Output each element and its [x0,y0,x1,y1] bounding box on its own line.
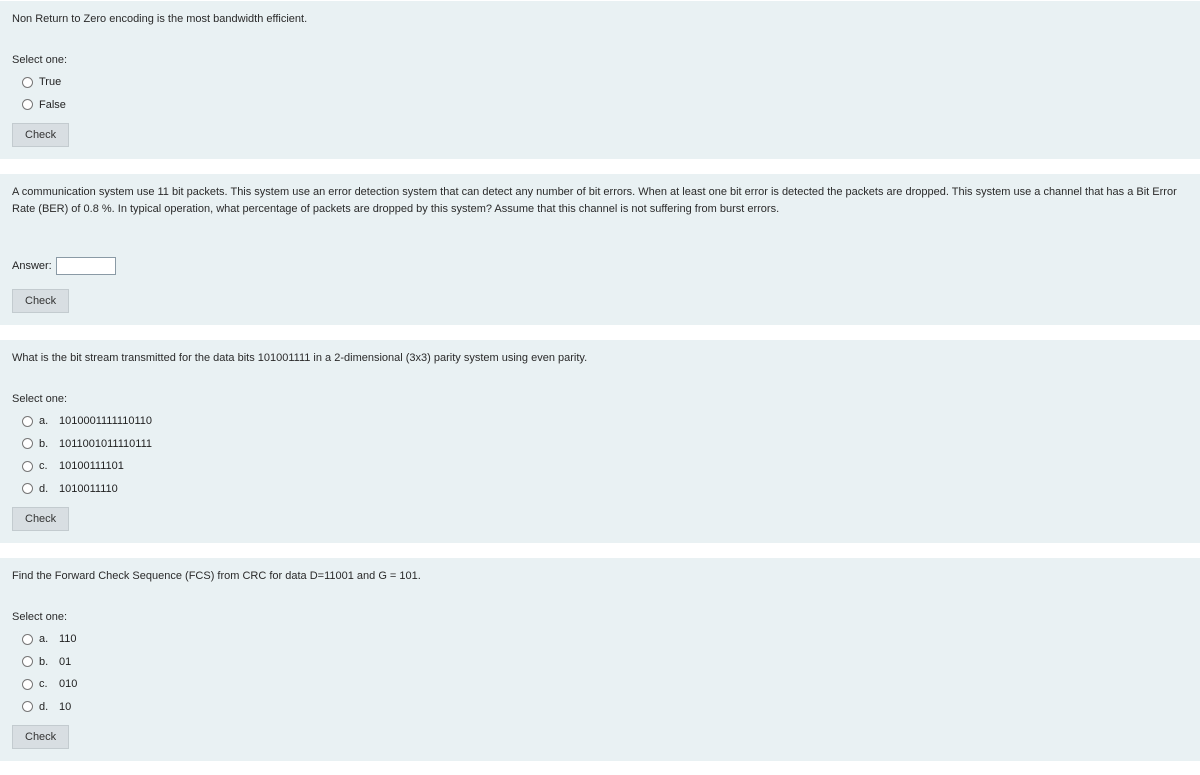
options-list: a. 1010001111110110 b. 1011001011110111 … [22,413,1188,497]
option-row: d. 10 [22,699,1188,716]
question-text: What is the bit stream transmitted for t… [12,350,1188,367]
question-block-2: A communication system use 11 bit packet… [0,173,1200,325]
question-text: A communication system use 11 bit packet… [12,184,1188,217]
option-row: False [22,97,1188,114]
option-row: c. 10100111101 [22,458,1188,475]
radio-d[interactable] [22,701,33,712]
option-label[interactable]: 01 [59,654,71,671]
radio-b[interactable] [22,656,33,667]
question-block-3: What is the bit stream transmitted for t… [0,339,1200,543]
option-letter: d. [39,481,53,498]
radio-d[interactable] [22,483,33,494]
option-letter: a. [39,631,53,648]
check-button[interactable]: Check [12,725,69,749]
option-letter: a. [39,413,53,430]
option-label[interactable]: 1010011110 [59,481,118,498]
options-list: a. 110 b. 01 c. 010 d. 10 [22,631,1188,715]
option-label[interactable]: 1011001011110111 [59,436,152,453]
option-label[interactable]: 10100111101 [59,458,124,475]
option-label[interactable]: 110 [59,631,77,648]
question-block-1: Non Return to Zero encoding is the most … [0,0,1200,159]
option-letter: c. [39,458,53,475]
radio-b[interactable] [22,438,33,449]
check-button[interactable]: Check [12,289,69,313]
option-label[interactable]: 10 [59,699,71,716]
option-letter: d. [39,699,53,716]
option-row: d. 1010011110 [22,481,1188,498]
radio-false[interactable] [22,99,33,110]
radio-c[interactable] [22,461,33,472]
option-letter: b. [39,436,53,453]
check-button[interactable]: Check [12,507,69,531]
select-one-label: Select one: [12,609,1188,626]
question-block-4: Find the Forward Check Sequence (FCS) fr… [0,557,1200,761]
option-letter: c. [39,676,53,693]
answer-label: Answer: [12,258,52,275]
radio-a[interactable] [22,416,33,427]
option-label[interactable]: False [39,97,66,114]
radio-a[interactable] [22,634,33,645]
radio-c[interactable] [22,679,33,690]
option-label[interactable]: True [39,74,61,91]
option-label[interactable]: 010 [59,676,77,693]
check-button[interactable]: Check [12,123,69,147]
option-row: b. 01 [22,654,1188,671]
question-text: Find the Forward Check Sequence (FCS) fr… [12,568,1188,585]
options-list: True False [22,74,1188,113]
answer-input[interactable] [56,257,116,275]
select-one-label: Select one: [12,52,1188,69]
option-row: a. 1010001111110110 [22,413,1188,430]
option-row: b. 1011001011110111 [22,436,1188,453]
option-row: True [22,74,1188,91]
option-label[interactable]: 1010001111110110 [59,413,152,430]
radio-true[interactable] [22,77,33,88]
answer-row: Answer: [12,257,1188,275]
option-letter: b. [39,654,53,671]
option-row: c. 010 [22,676,1188,693]
select-one-label: Select one: [12,391,1188,408]
option-row: a. 110 [22,631,1188,648]
question-text: Non Return to Zero encoding is the most … [12,11,1188,28]
